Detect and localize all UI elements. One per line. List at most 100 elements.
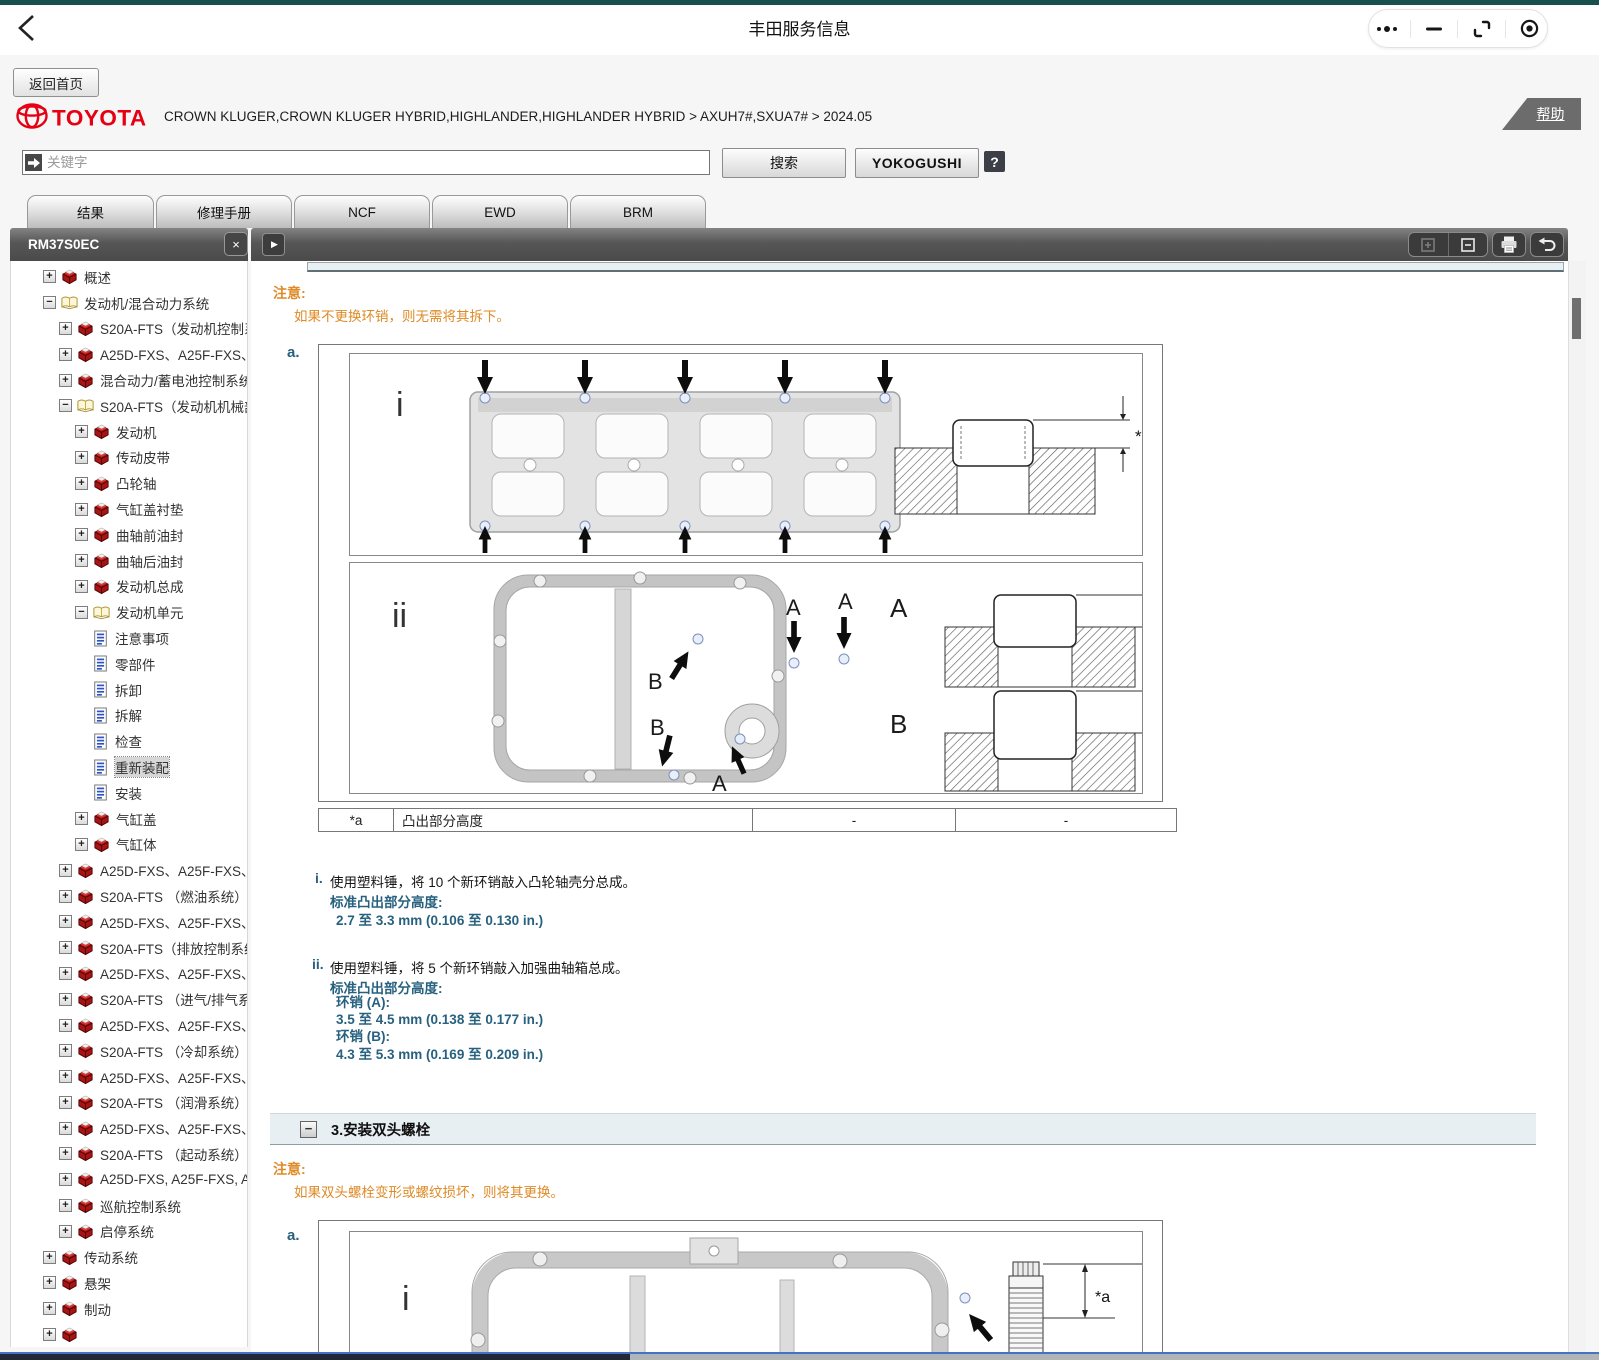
tree-item[interactable]: +A25D-FXS、A25F-FXS、 bbox=[11, 909, 247, 935]
tree-item-label[interactable]: 制动 bbox=[84, 1299, 111, 1319]
expand-icon[interactable]: + bbox=[75, 451, 88, 464]
tree-item[interactable]: + A25D-FXS、A25F-FXS、 bbox=[11, 857, 247, 883]
expand-icon[interactable]: + bbox=[59, 1019, 72, 1032]
tree-item[interactable]: + S20A-FTS （起动系统） bbox=[11, 1141, 247, 1167]
expand-icon[interactable]: + bbox=[59, 1096, 72, 1109]
tree-item-label[interactable]: 发动机总成 bbox=[116, 576, 184, 596]
expand-icon[interactable]: + bbox=[75, 425, 88, 438]
expand-icon[interactable]: + bbox=[59, 322, 72, 335]
tree-item-label[interactable]: 发动机/混合动力系统 bbox=[84, 293, 209, 313]
tree-item-label[interactable]: 气缸盖衬垫 bbox=[116, 499, 184, 519]
expand-icon[interactable]: + bbox=[75, 477, 88, 490]
expand-icon[interactable]: + bbox=[59, 1147, 72, 1160]
collapse-icon[interactable]: − bbox=[75, 606, 88, 619]
yokogushi-button[interactable]: YOKOGUSHI bbox=[855, 148, 979, 178]
tree-item-label[interactable]: S20A-FTS （冷却系统） bbox=[100, 1041, 247, 1061]
expand-icon[interactable]: + bbox=[75, 838, 88, 851]
tree-item-label[interactable]: A25D-FXS、A25F-FXS、 bbox=[100, 1118, 247, 1138]
expand-panel-button[interactable]: ▶ bbox=[262, 233, 285, 256]
tree-item-label[interactable]: 传动皮带 bbox=[116, 447, 170, 467]
tree-item[interactable]: 拆卸 bbox=[11, 677, 247, 703]
tree-item-label[interactable]: A25D-FXS, A25F-FXS, A bbox=[100, 1172, 247, 1187]
tree-item-label[interactable]: S20A-FTS（发动机机械部 bbox=[100, 396, 247, 416]
collapse-section-icon[interactable]: − bbox=[300, 1121, 317, 1138]
tree-item-label[interactable]: S20A-FTS （进气/排气系 bbox=[100, 989, 247, 1009]
expand-icon[interactable]: + bbox=[59, 1173, 72, 1186]
tree-item[interactable]: 拆解 bbox=[11, 703, 247, 729]
close-tree-button[interactable]: × bbox=[224, 232, 248, 256]
tree-item[interactable]: 注意事项 bbox=[11, 625, 247, 651]
collapse-icon[interactable]: − bbox=[43, 296, 56, 309]
tree-item[interactable]: +发动机总成 bbox=[11, 574, 247, 600]
tree-item[interactable]: + bbox=[11, 1322, 247, 1347]
expand-icon[interactable]: + bbox=[59, 348, 72, 361]
expand-icon[interactable]: + bbox=[59, 1122, 72, 1135]
expand-icon[interactable]: + bbox=[43, 1328, 56, 1341]
tab-4[interactable]: BRM bbox=[570, 195, 706, 228]
expand-icon[interactable]: + bbox=[75, 528, 88, 541]
horizontal-scrollbar[interactable] bbox=[0, 1352, 1599, 1360]
scrollbar-thumb[interactable] bbox=[0, 1354, 630, 1360]
tree-item[interactable]: +混合动力/蓄电池控制系统 bbox=[11, 367, 247, 393]
expand-icon[interactable]: + bbox=[43, 270, 56, 283]
expand-icon[interactable]: + bbox=[59, 993, 72, 1006]
tab-1[interactable]: 修理手册 bbox=[156, 195, 292, 228]
tree-item-label[interactable]: S20A-FTS（排放控制系统 bbox=[100, 938, 247, 958]
expand-icon[interactable]: + bbox=[75, 503, 88, 516]
tree-item[interactable]: +A25D-FXS、A25F-FXS、 bbox=[11, 1064, 247, 1090]
tree-item[interactable]: +巡航控制系统 bbox=[11, 1193, 247, 1219]
tree-item[interactable]: + A25D-FXS、A25F-FXS、 bbox=[11, 1115, 247, 1141]
fullscreen-icon[interactable] bbox=[1470, 18, 1494, 40]
tree-item-label[interactable]: 概述 bbox=[84, 267, 111, 287]
tree-item[interactable]: + 概述 bbox=[11, 264, 247, 290]
expand-icon[interactable]: + bbox=[75, 554, 88, 567]
expand-all-button[interactable] bbox=[1409, 233, 1448, 256]
tree-item[interactable]: + 发动机 bbox=[11, 419, 247, 445]
tree-item-label[interactable]: 拆解 bbox=[115, 705, 142, 725]
tree-item-label[interactable]: A25D-FXS、A25F-FXS、 bbox=[100, 912, 247, 932]
tree-item[interactable]: + 曲轴后油封 bbox=[11, 548, 247, 574]
tree-item[interactable]: +A25D-FXS、A25F-FXS、 bbox=[11, 1012, 247, 1038]
expand-icon[interactable]: + bbox=[59, 890, 72, 903]
tree-item-label[interactable]: 发动机 bbox=[116, 422, 157, 442]
expand-icon[interactable]: + bbox=[43, 1251, 56, 1264]
tree-item[interactable]: + 气缸盖衬垫 bbox=[11, 496, 247, 522]
more-options-icon[interactable] bbox=[1375, 18, 1399, 40]
tree-item-label[interactable]: S20A-FTS（发动机控制系 bbox=[100, 318, 247, 338]
tree-item[interactable]: 安装 bbox=[11, 780, 247, 806]
tree-item-label[interactable]: A25D-FXS、A25F-FXS、 bbox=[100, 344, 247, 364]
tree-item[interactable]: − S20A-FTS（发动机机械部 bbox=[11, 393, 247, 419]
search-button[interactable]: 搜索 bbox=[722, 148, 846, 178]
collapse-icon[interactable]: − bbox=[59, 399, 72, 412]
tree-item-label[interactable]: 检查 bbox=[115, 731, 142, 751]
expand-icon[interactable]: + bbox=[59, 864, 72, 877]
expand-icon[interactable]: + bbox=[43, 1302, 56, 1315]
tree-item[interactable]: +A25D-FXS、A25F-FXS、 bbox=[11, 961, 247, 987]
tree-item[interactable]: + S20A-FTS （润滑系统） bbox=[11, 1090, 247, 1116]
tree-item-label[interactable]: 曲轴前油封 bbox=[116, 525, 184, 545]
tree-item[interactable]: + 制动 bbox=[11, 1296, 247, 1322]
tree-item-label[interactable]: S20A-FTS （润滑系统） bbox=[100, 1092, 247, 1112]
tree-item-label[interactable]: 曲轴后油封 bbox=[116, 551, 184, 571]
tree-item-label[interactable]: A25D-FXS、A25F-FXS、 bbox=[100, 860, 247, 880]
tree-item-label[interactable]: 注意事项 bbox=[115, 628, 169, 648]
tree-item-label[interactable]: 重新装配 bbox=[115, 757, 169, 777]
tree-item[interactable]: + A25D-FXS, A25F-FXS, A bbox=[11, 1167, 247, 1193]
tree-item[interactable]: +S20A-FTS（排放控制系统 bbox=[11, 935, 247, 961]
tree-item[interactable]: − 发动机单元 bbox=[11, 599, 247, 625]
tree-item[interactable]: 重新装配 bbox=[11, 754, 247, 780]
tree-item-label[interactable]: 发动机单元 bbox=[116, 602, 184, 622]
tree-item-label[interactable]: 混合动力/蓄电池控制系统 bbox=[100, 370, 247, 390]
tree-item-label[interactable]: 巡航控制系统 bbox=[100, 1196, 181, 1216]
expand-icon[interactable]: + bbox=[75, 812, 88, 825]
tree-item[interactable]: + S20A-FTS （进气/排气系 bbox=[11, 986, 247, 1012]
tree-item[interactable]: + S20A-FTS（发动机控制系 bbox=[11, 316, 247, 342]
expand-icon[interactable]: + bbox=[43, 1276, 56, 1289]
close-icon[interactable] bbox=[1517, 18, 1541, 40]
expand-icon[interactable]: + bbox=[59, 967, 72, 980]
return-button[interactable] bbox=[1530, 232, 1564, 257]
tree-item-label[interactable]: A25D-FXS、A25F-FXS、 bbox=[100, 1067, 247, 1087]
tree-item-label[interactable]: 安装 bbox=[115, 783, 142, 803]
tree-item-label[interactable]: S20A-FTS （起动系统） bbox=[100, 1144, 247, 1164]
scrollbar-thumb[interactable] bbox=[1572, 298, 1581, 339]
